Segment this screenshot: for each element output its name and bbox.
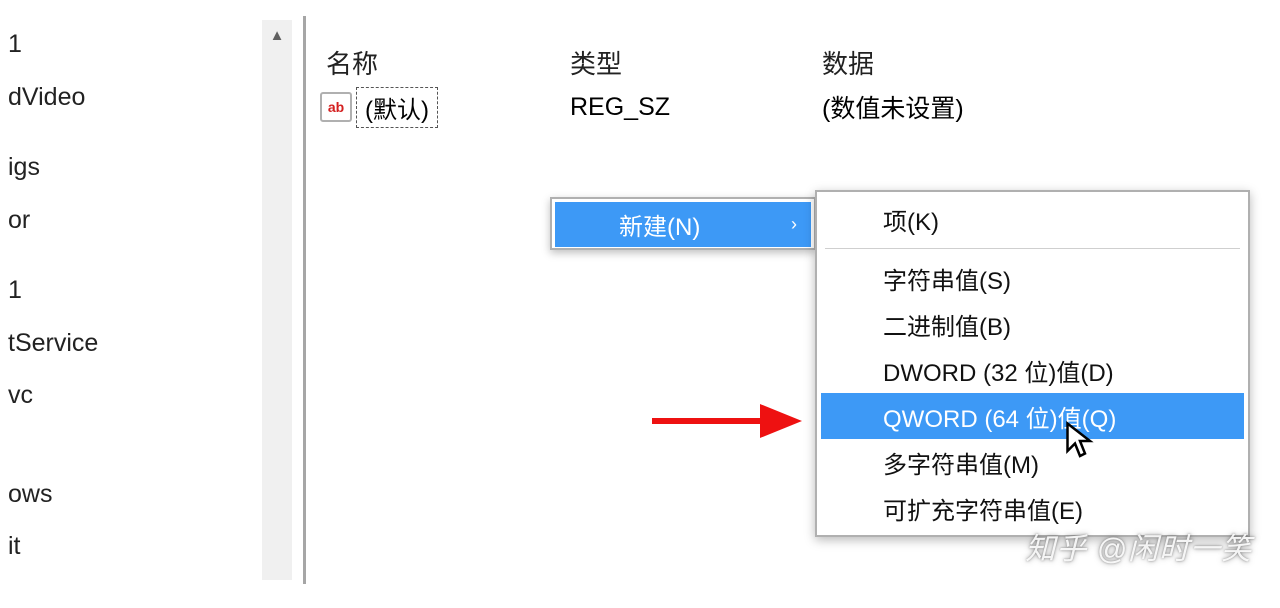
submenu-item-dword[interactable]: DWORD (32 位)值(D): [821, 347, 1244, 393]
value-name[interactable]: (默认): [356, 87, 438, 128]
annotation-arrow-icon: [652, 400, 802, 442]
reg-string-icon: ab: [320, 92, 352, 122]
submenu-item-key[interactable]: 项(K): [821, 196, 1244, 242]
tree-item[interactable]: ows: [8, 470, 260, 523]
submenu-new: 项(K) 字符串值(S) 二进制值(B) DWORD (32 位)值(D) QW…: [815, 190, 1250, 537]
value-data: (数值未设置): [822, 89, 964, 125]
value-type: REG_SZ: [570, 93, 670, 122]
tree-item[interactable]: 1: [8, 266, 260, 319]
tree-item[interactable]: vc: [8, 371, 260, 424]
column-header-type[interactable]: 类型: [570, 44, 622, 81]
tree-panel: 1 dVideo igs or 1 tService vc ows it: [0, 20, 260, 580]
chevron-right-icon: ›: [791, 214, 797, 235]
context-menu: 新建(N) ›: [550, 197, 816, 250]
menu-item-new[interactable]: 新建(N) ›: [555, 202, 811, 247]
menu-item-label: 新建(N): [619, 207, 700, 242]
submenu-item-binary[interactable]: 二进制值(B): [821, 301, 1244, 347]
pane-divider[interactable]: [303, 16, 306, 584]
submenu-item-multistring[interactable]: 多字符串值(M): [821, 439, 1244, 485]
column-header-data[interactable]: 数据: [822, 44, 874, 81]
tree-item[interactable]: dVideo: [8, 73, 260, 126]
submenu-item-expandstring[interactable]: 可扩充字符串值(E): [821, 485, 1244, 531]
tree-item[interactable]: igs: [8, 143, 260, 196]
value-row[interactable]: ab (默认) REG_SZ (数值未设置): [320, 86, 1280, 128]
submenu-item-string[interactable]: 字符串值(S): [821, 255, 1244, 301]
vertical-scrollbar[interactable]: ▲: [262, 20, 292, 580]
tree-item[interactable]: 1: [8, 20, 260, 73]
tree-item[interactable]: or: [8, 196, 260, 249]
menu-separator: [825, 248, 1240, 249]
tree-item[interactable]: it: [8, 522, 260, 575]
scroll-up-button[interactable]: ▲: [262, 20, 292, 50]
column-header-name[interactable]: 名称: [326, 44, 378, 81]
submenu-item-qword[interactable]: QWORD (64 位)值(Q): [821, 393, 1244, 439]
tree-item[interactable]: tService: [8, 319, 260, 372]
